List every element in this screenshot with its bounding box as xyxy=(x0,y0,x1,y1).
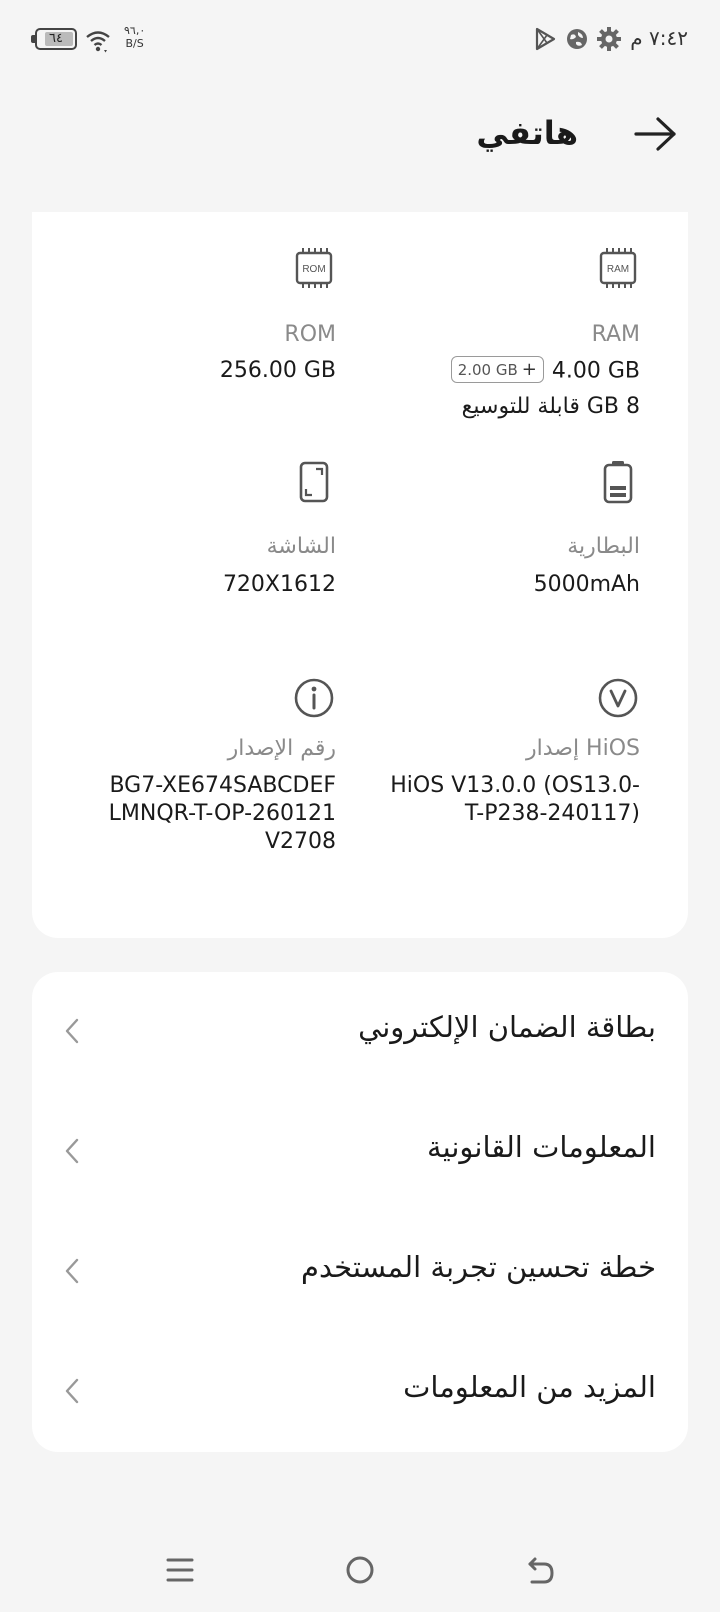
spec-screen: الشاشة 720X1612 xyxy=(36,452,336,602)
screen-value: 720X1612 xyxy=(222,572,336,597)
settings-gear-icon xyxy=(597,27,621,51)
globe-app-icon xyxy=(567,29,587,49)
home-circle-icon[interactable] xyxy=(340,1550,380,1590)
ram-extension-badge: 2.00 GB + xyxy=(450,356,544,383)
header: هاتفي xyxy=(0,100,720,170)
menu-item-warranty-card[interactable]: بطاقة الضمان الإلكتروني xyxy=(32,972,688,1092)
wifi-icon xyxy=(86,31,110,53)
ram-value: 4.00 GB xyxy=(551,358,640,384)
chevron-left-icon xyxy=(65,1138,79,1164)
ram-value-row: 2.00 GB + 4.00 GB xyxy=(450,356,640,385)
version-v-icon xyxy=(598,678,638,718)
spec-ram: RAM RAM 2.00 GB + 4.00 GB 8 GB قابلة للتوس… xyxy=(340,212,640,419)
svg-text:RAM: RAM xyxy=(607,264,629,275)
play-store-icon xyxy=(535,27,556,51)
hios-value: HiOS V13.0.0 (OS13.0-T-P238-240117) xyxy=(390,773,640,826)
info-menu-card: بطاقة الضمان الإلكتروني المعلومات القانو… xyxy=(32,972,688,1452)
battery-label: البطارية xyxy=(567,534,640,559)
battery-status-icon: ٦٤ xyxy=(31,28,77,50)
menu-item-user-experience-plan[interactable]: خطة تحسين تجربة المستخدم xyxy=(32,1212,688,1332)
spec-battery: البطارية 5000mAh xyxy=(340,452,640,602)
build-value: BG7-XE674SABCDEFLMNQR-T-OP-260121V2708 xyxy=(108,773,336,854)
chevron-left-icon xyxy=(65,1258,79,1284)
spec-rom: ROM ROM 256.00 GB xyxy=(36,212,336,412)
navigation-bar xyxy=(0,1530,720,1610)
device-specs-card: RAM RAM 2.00 GB + 4.00 GB 8 GB قابلة للتوس… xyxy=(32,212,688,938)
screen-phone-icon xyxy=(299,461,329,503)
menu-item-legal-info[interactable]: المعلومات القانونية xyxy=(32,1092,688,1212)
rom-label: ROM xyxy=(284,322,336,347)
network-speed: ٩٦,٠ B/S xyxy=(124,24,146,50)
menu-item-more-info[interactable]: المزيد من المعلومات xyxy=(32,1332,688,1452)
chevron-left-icon xyxy=(65,1378,79,1404)
battery-level: ٦٤ xyxy=(49,31,63,46)
ram-chip-icon: RAM xyxy=(599,248,637,288)
chevron-left-icon xyxy=(65,1018,79,1044)
hios-label: إصدار HiOS xyxy=(525,736,640,761)
back-arrow-icon[interactable] xyxy=(520,1550,560,1590)
status-bar: ٦٤ ٩٦,٠ B/S ٧:٤٢ م xyxy=(0,0,720,80)
build-label: رقم الإصدار xyxy=(227,736,336,761)
clock: ٧:٤٢ م xyxy=(630,26,688,50)
svg-text:ROM: ROM xyxy=(302,264,325,275)
rom-value: 256.00 GB xyxy=(219,358,336,383)
arrow-right-icon[interactable] xyxy=(632,114,680,154)
screen-label: الشاشة xyxy=(266,534,336,559)
info-icon xyxy=(294,678,334,718)
battery-value: 5000mAh xyxy=(533,572,640,597)
ram-label: RAM xyxy=(591,322,640,347)
ram-expandable: 8 GB قابلة للتوسيع xyxy=(461,394,640,419)
rom-chip-icon: ROM xyxy=(295,248,333,288)
menu-lines-icon[interactable] xyxy=(160,1550,200,1590)
spec-hios-version: إصدار HiOS HiOS V13.0.0 (OS13.0-T-P238-2… xyxy=(340,672,640,872)
page-title: هاتفي xyxy=(476,114,578,152)
battery-icon xyxy=(603,461,633,504)
spec-build-number: رقم الإصدار BG7-XE674SABCDEFLMNQR-T-OP-2… xyxy=(36,672,336,912)
